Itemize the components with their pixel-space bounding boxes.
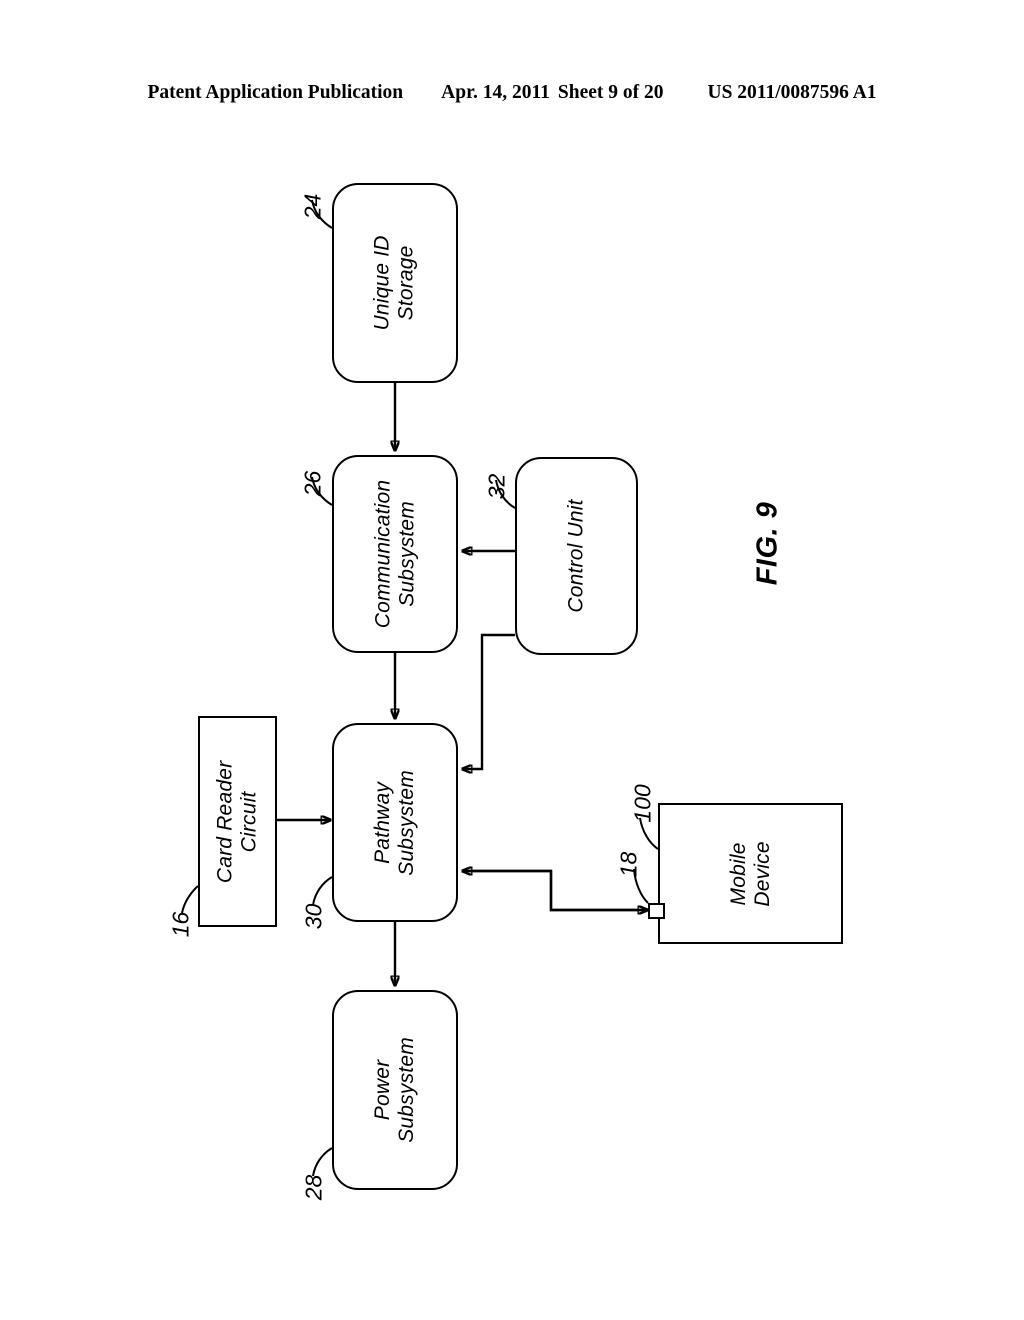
- unique-id-storage-line1: Unique ID: [371, 235, 395, 331]
- numeral-28: 28: [300, 1174, 327, 1201]
- connector-lines: [181, 199, 659, 1177]
- power-line1: Power: [371, 1059, 395, 1121]
- communication-line2: Subsystem: [395, 501, 418, 607]
- block-card-reader-circuit: Card Reader Circuit: [198, 716, 277, 927]
- wire-controlunit-to-pathway: [462, 633, 515, 769]
- block-card-reader-circuit-label: Card Reader Circuit: [200, 718, 275, 925]
- block-communication-subsystem-label: Communication Subsystem: [334, 457, 456, 651]
- block-pathway-subsystem: Pathway Subsystem: [332, 723, 458, 922]
- numeral-100: 100: [629, 784, 656, 823]
- numeral-16: 16: [167, 911, 194, 938]
- block-mobile-device-connector: [648, 903, 665, 919]
- numeral-26: 26: [299, 470, 326, 497]
- leader-16: [181, 885, 199, 914]
- numeral-30: 30: [300, 903, 327, 930]
- block-pathway-subsystem-label: Pathway Subsystem: [334, 725, 456, 920]
- block-unique-id-storage: Unique ID Storage: [332, 183, 458, 383]
- block-mobile-device: Mobile Device: [658, 803, 843, 944]
- numeral-18: 18: [615, 851, 642, 878]
- block-power-subsystem: Power Subsystem: [332, 990, 458, 1190]
- leader-28: [312, 1147, 333, 1177]
- mobile-device-line2: Device: [750, 840, 774, 907]
- block-unique-id-storage-label: Unique ID Storage: [334, 185, 456, 381]
- numeral-32: 32: [483, 473, 510, 500]
- pathway-line1: Pathway: [371, 781, 395, 864]
- card-reader-line1: Card Reader: [213, 760, 237, 883]
- leader-30: [312, 876, 333, 906]
- block-control-unit: Control Unit: [515, 457, 638, 655]
- figure-9-block-diagram: Unique ID Storage 24 Communication Subsy…: [0, 0, 1024, 1320]
- block-power-subsystem-label: Power Subsystem: [334, 992, 456, 1188]
- unique-id-storage-line2: Storage: [395, 245, 418, 321]
- power-line2: Subsystem: [395, 1037, 418, 1143]
- mobile-device-line1: Mobile: [726, 841, 750, 906]
- block-control-unit-label: Control Unit: [517, 459, 636, 653]
- block-mobile-device-label: Mobile Device: [660, 805, 841, 942]
- control-unit-text: Control Unit: [564, 499, 588, 613]
- communication-line1: Communication: [371, 479, 395, 629]
- numeral-24: 24: [299, 193, 326, 220]
- card-reader-line2: Circuit: [237, 791, 261, 852]
- figure-label: FIG. 9: [751, 501, 784, 586]
- block-communication-subsystem: Communication Subsystem: [332, 455, 458, 653]
- pathway-line2: Subsystem: [395, 769, 418, 876]
